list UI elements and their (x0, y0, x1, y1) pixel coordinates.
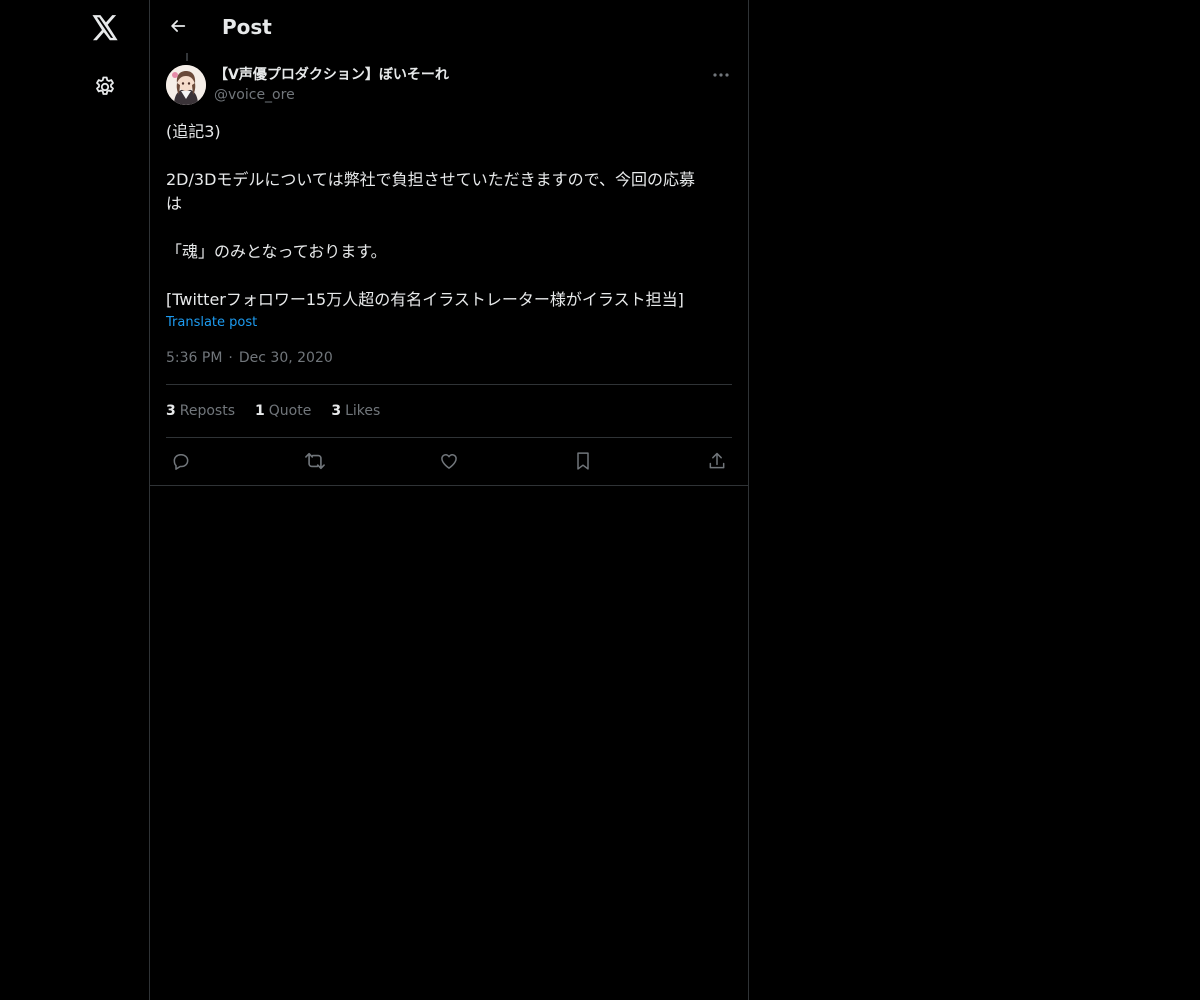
translate-post-link[interactable]: Translate post (166, 315, 257, 331)
post-text-line: (追記3) (166, 122, 221, 141)
post-text-line: [Twitterフォロワー15万人超の有名イラストレーター様がイラスト担当] (166, 290, 684, 309)
share-icon[interactable] (702, 448, 732, 474)
divider (166, 384, 732, 385)
section-divider (150, 485, 748, 486)
post-time: 5:36 PM (166, 350, 223, 366)
more-options-icon[interactable] (710, 66, 732, 84)
author-handle[interactable]: @voice_ore (214, 86, 295, 104)
page-title: Post (222, 15, 272, 39)
reply-icon[interactable] (166, 448, 196, 474)
quotes-stat[interactable]: 1 Quote (255, 401, 311, 421)
timestamp-separator: · (228, 350, 233, 366)
post-text-line: 2D/3Dモデルについては弊社で負担させていただきますので、今回の応募 (166, 170, 695, 189)
post-stats: 3 Reposts 1 Quote 3 Likes (166, 401, 380, 421)
gear-icon[interactable] (84, 66, 126, 108)
likes-count: 3 (331, 403, 342, 419)
avatar[interactable] (166, 65, 206, 105)
reposts-stat[interactable]: 3 Reposts (166, 401, 235, 421)
post-date: Dec 30, 2020 (238, 350, 333, 366)
post-text-line (166, 216, 732, 240)
quotes-label: Quote (268, 403, 312, 419)
reposts-label: Reposts (179, 403, 235, 419)
left-nav (0, 0, 149, 1000)
x-logo-icon[interactable] (84, 7, 126, 49)
author-row: 【V声優プロダクション】ぼいそーれ @voice_ore (166, 64, 732, 108)
heart-icon[interactable] (434, 448, 464, 474)
bookmark-icon[interactable] (568, 448, 598, 474)
post-text-line: は (166, 194, 183, 213)
post-detail: 【V声優プロダクション】ぼいそーれ @voice_ore (追記3) 2D/3D… (166, 64, 732, 470)
repost-icon[interactable] (300, 448, 330, 474)
post-text: (追記3) 2D/3Dモデルについては弊社で負担させていただきますので、今回の応… (166, 120, 732, 312)
page-header: Post (150, 0, 748, 53)
arrow-left-icon[interactable] (162, 10, 194, 42)
reposts-count: 3 (166, 403, 176, 419)
post-actions (166, 448, 732, 474)
likes-stat[interactable]: 3 Likes (331, 401, 380, 421)
thread-connector-line (186, 53, 188, 61)
post-text-line (166, 144, 732, 168)
main-column: Post 【V声優プロダクション】ぼいそーれ @voice_ore (追記3) … (149, 0, 749, 1000)
divider (166, 437, 732, 438)
post-timestamp[interactable]: 5:36 PM · Dec 30, 2020 (166, 348, 333, 368)
author-name[interactable]: 【V声優プロダクション】ぼいそーれ (214, 66, 449, 84)
likes-label: Likes (345, 403, 381, 419)
quotes-count: 1 (255, 403, 265, 419)
post-text-line (166, 264, 732, 288)
post-text-line: 「魂」のみとなっております。 (166, 242, 387, 261)
